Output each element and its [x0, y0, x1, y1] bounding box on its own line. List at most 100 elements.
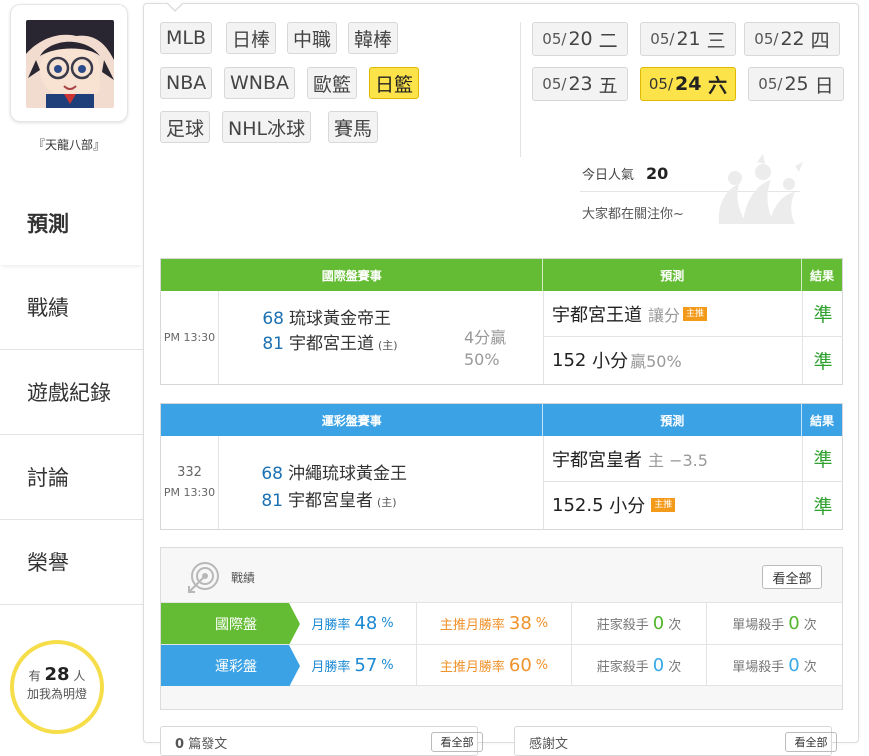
home-team: 81 宇都宮皇者 (主) [253, 486, 397, 511]
away-score: 68 [261, 464, 283, 484]
main-pick-win-rate: 主推月勝率 60% [417, 645, 572, 686]
league-euro-basketball[interactable]: 歐籃 [307, 67, 358, 99]
league-wnba[interactable]: WNBA [224, 67, 296, 99]
league-soccer[interactable]: 足球 [160, 111, 211, 143]
main-pick-tag: 主推 [651, 498, 676, 512]
avatar[interactable] [26, 20, 114, 108]
banker-killer-label: 莊家殺手 [596, 660, 649, 675]
prediction-detail: 主 −3.5 [648, 450, 708, 470]
sidebar-item-label: 遊戲紀錄 [27, 381, 111, 405]
date-0521[interactable]: 05/21 三 [640, 22, 736, 56]
count-unit: 次 [803, 660, 817, 675]
date-day: 22 [780, 28, 805, 50]
prediction-type: 小分 [609, 496, 646, 517]
result-badge: 準 [803, 436, 843, 482]
popularity: 今日人氣 20 [582, 164, 668, 183]
league-label: MLB [166, 27, 207, 49]
table-header: 運彩盤賽事 預測 結果 [161, 404, 842, 436]
fans-prefix: 有 [28, 669, 41, 683]
prediction-type: 讓分 [648, 305, 681, 325]
prediction-team: 宇都宮皇者 [552, 449, 642, 471]
panel-notch [166, 2, 184, 12]
league-npb[interactable]: 日棒 [226, 22, 277, 54]
count-unit: 次 [803, 618, 817, 633]
league-kbo[interactable]: 韓棒 [348, 22, 399, 54]
single-killer: 單場殺手 0 次 [707, 603, 842, 644]
popularity-label: 今日人氣 [582, 168, 635, 183]
fan-cheer-icon [699, 154, 809, 238]
popularity-note: 大家都在關注你~ [582, 207, 684, 222]
sidebar-item-label: 討論 [27, 466, 69, 490]
home-score: 81 [262, 334, 284, 354]
single-killer-label: 單場殺手 [732, 618, 785, 633]
popularity-value: 20 [646, 164, 669, 183]
league-label: NBA [166, 72, 207, 94]
view-all-button[interactable]: 看全部 [762, 565, 822, 589]
league-nba[interactable]: NBA [160, 67, 213, 99]
league-label: 日籃 [375, 73, 414, 96]
percent-sign: % [381, 658, 394, 673]
posts-label: 0 篇發文 [175, 733, 227, 752]
host-marker: (主) [377, 496, 397, 509]
username: 『天龍八部』 [32, 138, 105, 152]
league-mlb[interactable]: MLB [160, 22, 213, 54]
prediction-team: 宇都宮王道 [552, 304, 642, 326]
game-time: 332 PM 13:30 [161, 436, 219, 529]
date-weekday: 日 [814, 74, 834, 97]
away-team-name: 沖繩琉球黃金王 [288, 464, 407, 484]
sidebar-item-record[interactable]: 戰績 [0, 265, 143, 350]
date-0524[interactable]: 05/24 六 [640, 67, 736, 101]
sidebar-item-honors[interactable]: 榮譽 [0, 520, 143, 605]
date-day: 25 [784, 73, 809, 95]
date-0523[interactable]: 05/23 五 [532, 67, 628, 101]
percent-sign: % [381, 616, 394, 631]
date-day: 24 [675, 73, 702, 95]
date-month: 05/ [754, 30, 779, 48]
league-label: WNBA [230, 72, 290, 94]
month-win-rate: 月勝率 48% [289, 603, 417, 644]
posts-view-all-button[interactable]: 看全部 [431, 732, 483, 752]
posts-count: 0 [175, 737, 185, 752]
single-killer-value: 0 [788, 655, 800, 676]
date-0525[interactable]: 05/25 日 [748, 67, 844, 101]
col-header-game: 運彩盤賽事 [161, 404, 544, 436]
result-cell: 準 準 [803, 436, 843, 529]
fans-badge[interactable]: 有 28 人 加我為明燈 [10, 640, 104, 734]
intl-market-table: 國際盤賽事 預測 結果 PM 13:30 68 琉球黃金帝王 81 宇都宮王道 (主)… [160, 258, 843, 385]
date-day: 21 [676, 28, 701, 50]
league-label: 賽馬 [334, 117, 373, 140]
league-cpbl[interactable]: 中職 [287, 22, 338, 54]
date-month: 05/ [542, 30, 567, 48]
sidebar-item-game-history[interactable]: 遊戲紀錄 [0, 350, 143, 435]
thanks-box: 感謝文 看全部 [514, 726, 837, 756]
main-panel: MLB 日棒 中職 韓棒 NBA WNBA 歐籃 日籃 足球 NHL冰球 賽馬 … [143, 2, 859, 756]
away-team: 68 琉球黃金帝王 [254, 304, 391, 329]
league-japan-basketball[interactable]: 日籃 [369, 67, 420, 99]
league-horse-racing[interactable]: 賽馬 [328, 111, 379, 143]
date-0520[interactable]: 05/20 二 [532, 22, 628, 56]
league-nhl[interactable]: NHL冰球 [222, 111, 312, 143]
percent-sign: % [535, 616, 549, 631]
record-header: 戰績 看全部 [161, 548, 842, 602]
home-team-name: 宇都宮王道 [289, 334, 374, 354]
result-badge: 準 [813, 495, 833, 518]
date-month: 05/ [758, 75, 783, 93]
sidebar: 『天龍八部』 預測 戰績 遊戲紀錄 討論 榮譽 有 28 人 加我為明燈 [0, 0, 143, 739]
sidebar-item-prediction[interactable]: 預測 [0, 180, 143, 265]
league-label: 足球 [166, 117, 205, 140]
league-label: 日棒 [232, 28, 271, 51]
prediction-value: 152 [552, 349, 587, 371]
game-time-text: PM 13:30 [163, 485, 216, 499]
date-month: 05/ [648, 75, 674, 93]
main-pick-value: 60 [508, 655, 532, 676]
main-pick-value: 38 [508, 613, 532, 634]
filter-divider [520, 22, 521, 157]
sidebar-item-label: 預測 [27, 211, 69, 236]
date-month: 05/ [650, 30, 675, 48]
fans-suffix: 人 [73, 669, 86, 683]
league-label: NHL冰球 [228, 117, 306, 140]
thanks-view-all-button[interactable]: 看全部 [785, 732, 837, 752]
date-0522[interactable]: 05/22 四 [744, 22, 840, 56]
game-time: PM 13:30 [161, 291, 219, 384]
sidebar-item-discussion[interactable]: 討論 [0, 435, 143, 520]
